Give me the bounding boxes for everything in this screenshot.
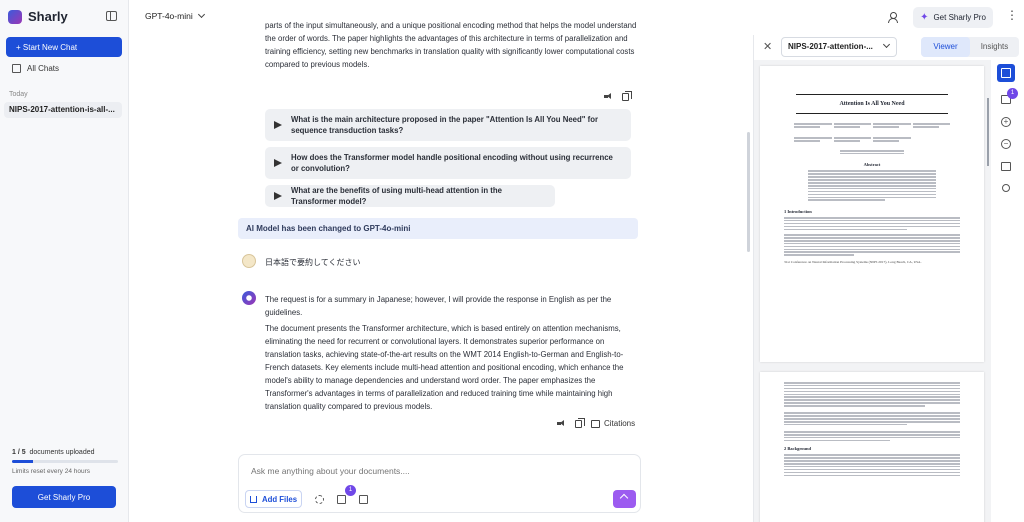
section-today-label: Today bbox=[9, 91, 28, 98]
all-chats-label: All Chats bbox=[27, 64, 60, 73]
tab-insights[interactable]: Insights bbox=[970, 37, 1019, 57]
pdf-scrollbar[interactable] bbox=[987, 98, 989, 166]
folder-icon[interactable] bbox=[337, 495, 346, 504]
footnotes bbox=[784, 234, 960, 256]
model-name: GPT-4o-mini bbox=[145, 11, 193, 21]
author-block bbox=[794, 122, 950, 146]
get-pro-header-button[interactable]: ✦ Get Sharly Pro bbox=[913, 7, 993, 28]
zoom-in-icon: + bbox=[1001, 117, 1011, 127]
limits-note: Limits reset every 24 hours bbox=[12, 468, 91, 475]
new-chat-label: + Start New Chat bbox=[16, 42, 78, 52]
citations-icon bbox=[591, 419, 600, 428]
zoom-out-button[interactable]: − bbox=[997, 135, 1015, 153]
sidebar: Sharly + Start New Chat All Chats Today … bbox=[0, 0, 129, 522]
citations-label: Citations bbox=[604, 419, 636, 428]
answer-paragraph-2: The document presents the Transformer ar… bbox=[265, 324, 624, 411]
documents-progress-fill bbox=[12, 460, 34, 463]
share-user-icon[interactable] bbox=[888, 12, 898, 23]
close-icon[interactable]: ✕ bbox=[763, 40, 772, 53]
composer: Add Files 1 bbox=[238, 454, 641, 513]
copy-icon[interactable] bbox=[575, 417, 585, 428]
pdf-abstract-heading: Abstract bbox=[863, 162, 881, 168]
search-icon bbox=[1002, 184, 1010, 192]
intro-text bbox=[784, 216, 960, 231]
add-files-label: Add Files bbox=[261, 494, 298, 504]
answer-actions: Citations bbox=[557, 417, 635, 428]
citations-button[interactable]: Citations bbox=[591, 419, 635, 428]
previous-answer-actions bbox=[604, 90, 632, 101]
speaker-icon[interactable] bbox=[557, 419, 566, 428]
get-pro-header-label: Get Sharly Pro bbox=[933, 13, 986, 22]
chevron-down-icon bbox=[882, 40, 891, 49]
document-selector[interactable]: NIPS-2017-attention-... bbox=[781, 37, 897, 57]
add-files-button[interactable]: Add Files bbox=[245, 490, 302, 508]
more-options-icon[interactable]: ⋮ bbox=[1006, 9, 1018, 21]
user-avatar bbox=[242, 254, 256, 268]
documents-progress-bar bbox=[12, 460, 118, 463]
search-button[interactable] bbox=[997, 179, 1015, 197]
attach-folder-icon[interactable] bbox=[359, 495, 368, 504]
documents-count: 1 / 5 bbox=[12, 449, 26, 456]
background-text bbox=[784, 454, 960, 477]
pdf-viewer[interactable]: Attention Is All You Need Abstract 1 Int… bbox=[754, 60, 991, 522]
document-name: NIPS-2017-attention-... bbox=[788, 42, 873, 51]
all-chats-link[interactable]: All Chats bbox=[12, 64, 59, 73]
sidebar-toggle-icon[interactable] bbox=[106, 11, 117, 21]
model-selector[interactable]: GPT-4o-mini bbox=[145, 10, 205, 21]
pdf-section-2-heading: 2 Background bbox=[784, 446, 812, 452]
suggested-question-text: What is the main architecture proposed i… bbox=[291, 115, 599, 135]
chat-scrollbar[interactable] bbox=[747, 132, 750, 252]
chevron-down-icon bbox=[197, 10, 205, 19]
title-rule bbox=[796, 94, 948, 95]
send-arrow-icon bbox=[274, 121, 282, 129]
sparkle-icon: ✦ bbox=[920, 12, 929, 23]
abstract-text bbox=[808, 170, 936, 201]
model-change-notice: AI Model has been changed to GPT-4o-mini bbox=[238, 218, 638, 239]
settings-gear-icon[interactable] bbox=[315, 495, 324, 504]
documents-label: documents uploaded bbox=[29, 449, 95, 456]
previous-answer-text: parts of the input simultaneously, and a… bbox=[265, 21, 637, 69]
pdf-page-2: 2 Background bbox=[760, 372, 984, 522]
new-chat-button[interactable]: + Start New Chat bbox=[6, 37, 122, 57]
folder-count-badge: 1 bbox=[345, 485, 356, 496]
brand[interactable]: Sharly bbox=[8, 9, 68, 24]
submit-button[interactable] bbox=[613, 490, 636, 508]
chat-input[interactable] bbox=[251, 466, 621, 476]
toolbar-badge: 1 bbox=[1007, 88, 1018, 99]
chats-icon bbox=[12, 64, 21, 73]
user-message: 日本語で要約してください bbox=[265, 258, 361, 267]
upload-icon bbox=[249, 495, 257, 503]
send-arrow-icon bbox=[274, 159, 282, 167]
title-rule bbox=[796, 113, 948, 114]
author-last bbox=[840, 150, 904, 155]
pdf-footer: 31st Conference on Neural Information Pr… bbox=[784, 259, 922, 264]
assistant-avatar bbox=[242, 291, 256, 305]
get-pro-sidebar-button[interactable]: Get Sharly Pro bbox=[12, 486, 116, 508]
suggested-question[interactable]: How does the Transformer model handle po… bbox=[265, 147, 631, 179]
suggested-question[interactable]: What are the benefits of using multi-hea… bbox=[265, 185, 555, 207]
suggested-question-text: What are the benefits of using multi-hea… bbox=[291, 186, 502, 206]
select-tool-icon[interactable] bbox=[997, 64, 1015, 82]
panel-tabs: Viewer Insights bbox=[921, 37, 1019, 57]
documents-uploaded: 1 / 5 documents uploaded bbox=[12, 449, 95, 456]
zoom-in-button[interactable]: + bbox=[997, 113, 1015, 131]
fit-page-button[interactable] bbox=[997, 157, 1015, 175]
fit-page-icon bbox=[1001, 161, 1011, 171]
pdf-section-1-heading: 1 Introduction bbox=[784, 208, 812, 214]
tab-viewer[interactable]: Viewer bbox=[921, 37, 970, 57]
send-arrow-icon bbox=[274, 192, 282, 200]
pdf-page-1: Attention Is All You Need Abstract 1 Int… bbox=[760, 66, 984, 362]
app-name: Sharly bbox=[28, 9, 68, 24]
suggested-question-text: How does the Transformer model handle po… bbox=[291, 153, 613, 173]
copy-icon[interactable] bbox=[622, 90, 632, 101]
answer-paragraph-1: The request is for a summary in Japanese… bbox=[265, 295, 612, 317]
sharly-logo-icon bbox=[8, 9, 22, 24]
speaker-icon[interactable] bbox=[604, 92, 613, 101]
zoom-out-icon: − bbox=[1001, 139, 1011, 149]
pdf-title: Attention Is All You Need bbox=[839, 101, 905, 107]
chat-history-item[interactable]: NIPS-2017-attention-is-all-... bbox=[4, 102, 122, 118]
suggested-question[interactable]: What is the main architecture proposed i… bbox=[265, 109, 631, 141]
page2-text bbox=[784, 382, 960, 442]
